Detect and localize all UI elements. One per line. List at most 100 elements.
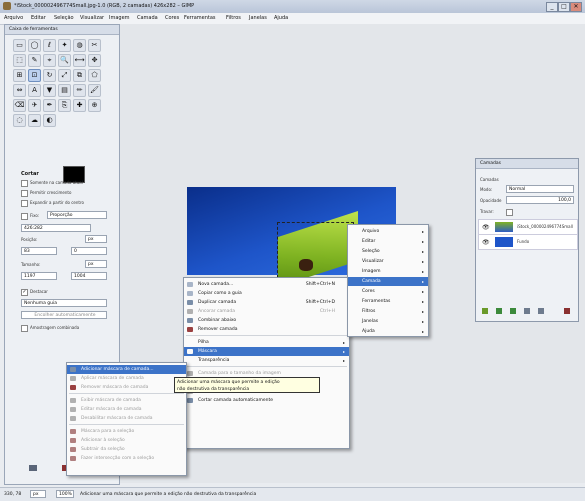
mask-menu-item[interactable]: Adicionar à seleção — [67, 436, 186, 445]
raise-layer-icon[interactable] — [496, 308, 502, 314]
position-x-field[interactable]: 83 — [21, 247, 57, 255]
smudge-icon[interactable]: ☁ — [28, 114, 41, 127]
image-menu-item[interactable]: Filtros ▸ — [348, 307, 428, 316]
mask-menu-item[interactable]: Adicionar máscara de camada... — [67, 365, 186, 374]
zoom-dropdown[interactable]: 100% — [56, 490, 74, 498]
image-menu-item[interactable]: Imagem ▸ — [348, 267, 428, 276]
paths-icon[interactable]: ✎ — [28, 54, 41, 67]
maximize-button[interactable]: □ — [558, 2, 570, 12]
size-unit-dropdown[interactable]: px — [85, 260, 107, 268]
eye-icon[interactable]: 👁 — [482, 224, 490, 231]
layer-row[interactable]: 👁 Fundo — [478, 234, 578, 250]
context-menu-item[interactable]: Copiar como a guia — [184, 289, 349, 298]
context-menu-item[interactable]: Combinar abaixo — [184, 316, 349, 325]
menu-imagem[interactable]: Imagem — [109, 15, 130, 21]
heal-icon[interactable]: ✚ — [73, 99, 86, 112]
context-menu-item[interactable]: Duplicar camada Shift+Ctrl+D — [184, 298, 349, 307]
fixed-dropdown[interactable]: Proporção — [47, 211, 107, 219]
pencil-icon[interactable]: ✏ — [73, 84, 86, 97]
layer-name[interactable]: Fundo — [517, 239, 529, 244]
free-select-icon[interactable]: ℓ — [43, 39, 56, 52]
image-menu-item[interactable]: Camada ▸ — [348, 277, 428, 286]
expand-center-checkbox[interactable] — [21, 200, 28, 207]
layer-name[interactable]: iStock_000002496774Small — [517, 224, 573, 229]
menu-janelas[interactable]: Janelas — [249, 15, 267, 21]
scissors-icon[interactable]: ✂ — [88, 39, 101, 52]
dodge-icon[interactable]: ◐ — [43, 114, 56, 127]
menu-cores[interactable]: Cores — [165, 15, 179, 21]
layer-row[interactable]: 👁 iStock_000002496774Small — [478, 219, 578, 235]
menu-ajuda[interactable]: Ajuda — [274, 15, 288, 21]
ink-icon[interactable]: ✒ — [43, 99, 56, 112]
menu-arquivo[interactable]: Arquivo — [4, 15, 23, 21]
ellipse-select-icon[interactable]: ◯ — [28, 39, 41, 52]
menu-camada[interactable]: Camada — [137, 15, 158, 21]
mask-menu-item[interactable]: Desabilitar máscara de camada — [67, 414, 186, 423]
mask-menu-item[interactable]: Remover máscara de camada — [67, 383, 186, 392]
blend-icon[interactable]: ▤ — [58, 84, 71, 97]
duplicate-layer-icon[interactable] — [524, 308, 530, 314]
image-menu-item[interactable]: Cores ▸ — [348, 287, 428, 296]
mask-menu-item[interactable]: Subtrair da seleção — [67, 445, 186, 454]
mask-menu-item[interactable]: Editar máscara de camada — [67, 405, 186, 414]
blur-icon[interactable]: ◌ — [13, 114, 26, 127]
save-options-icon[interactable] — [29, 465, 37, 471]
close-button[interactable]: ✕ — [570, 2, 582, 12]
color-picker-icon[interactable]: ⌖ — [43, 54, 56, 67]
mask-menu-item[interactable]: Exibir máscara de camada — [67, 396, 186, 405]
image-menu-item[interactable]: Janelas ▸ — [348, 317, 428, 326]
text-icon[interactable]: A — [28, 84, 41, 97]
shear-icon[interactable]: ⧉ — [73, 69, 86, 82]
image-menu-item[interactable]: Seleção ▸ — [348, 247, 428, 256]
paintbrush-icon[interactable]: 🖌 — [88, 84, 101, 97]
current-layer-checkbox[interactable] — [21, 180, 28, 187]
scale-icon[interactable]: ⤢ — [58, 69, 71, 82]
image-menu-item[interactable]: Arquivo ▸ — [348, 227, 428, 236]
allow-growing-checkbox[interactable] — [21, 190, 28, 197]
measure-icon[interactable]: ⟷ — [73, 54, 86, 67]
image-menu-item[interactable]: Ajuda ▸ — [348, 327, 428, 336]
color-select-icon[interactable]: ◍ — [73, 39, 86, 52]
perspective-icon[interactable]: ⬠ — [88, 69, 101, 82]
perspective-clone-icon[interactable]: ⊕ — [88, 99, 101, 112]
new-layer-icon[interactable] — [482, 308, 488, 314]
size-height-field[interactable]: 1004 — [71, 272, 107, 280]
size-width-field[interactable]: 1197 — [21, 272, 57, 280]
fixed-checkbox[interactable] — [21, 213, 28, 220]
context-menu-item[interactable]: Cortar camada automaticamente — [184, 396, 349, 405]
flip-icon[interactable]: ⇔ — [13, 84, 26, 97]
mask-menu-item[interactable]: Aplicar máscara de camada — [67, 374, 186, 383]
airbrush-icon[interactable]: ✈ — [28, 99, 41, 112]
rotate-icon[interactable]: ↻ — [43, 69, 56, 82]
image-menu-item[interactable]: Ferramentas ▸ — [348, 297, 428, 306]
menu-visualizar[interactable]: Visualizar — [80, 15, 104, 21]
foreground-select-icon[interactable]: ⬚ — [13, 54, 26, 67]
align-icon[interactable]: ⊞ — [13, 69, 26, 82]
layers-tab[interactable]: Camadas — [480, 177, 499, 182]
image-menu-item[interactable]: Editar ▸ — [348, 237, 428, 246]
autoshrink-button[interactable]: Encolher automaticamente — [21, 311, 107, 319]
minimize-button[interactable]: _ — [546, 2, 558, 12]
shrink-merged-checkbox[interactable] — [21, 325, 28, 332]
anchor-layer-icon[interactable] — [538, 308, 544, 314]
mode-dropdown[interactable]: Normal — [506, 185, 574, 193]
ratio-field[interactable]: 426:282 — [21, 224, 91, 232]
context-menu-item[interactable]: Ancorar camada Ctrl+H — [184, 307, 349, 316]
image-menu-item[interactable]: Visualizar ▸ — [348, 257, 428, 266]
zoom-icon[interactable]: 🔍 — [58, 54, 71, 67]
lower-layer-icon[interactable] — [510, 308, 516, 314]
menu-selecao[interactable]: Seleção — [54, 15, 74, 21]
context-menu-item[interactable]: Nova camada... Shift+Ctrl+N — [184, 280, 349, 289]
crop-icon[interactable]: ⊡ — [28, 69, 41, 82]
clone-icon[interactable]: ⎘ — [58, 99, 71, 112]
highlight-checkbox[interactable]: ✓ — [21, 289, 28, 296]
eraser-icon[interactable]: ⌫ — [13, 99, 26, 112]
unit-dropdown[interactable]: px — [30, 490, 46, 498]
context-menu-item[interactable]: Pilha ▸ — [184, 338, 349, 347]
position-unit-dropdown[interactable]: px — [85, 235, 107, 243]
opacity-field[interactable]: 100,0 — [506, 196, 574, 204]
rect-select-icon[interactable]: ▭ — [13, 39, 26, 52]
move-icon[interactable]: ✥ — [88, 54, 101, 67]
guide-dropdown[interactable]: Nenhuma guia — [21, 299, 107, 307]
position-y-field[interactable]: 0 — [71, 247, 107, 255]
